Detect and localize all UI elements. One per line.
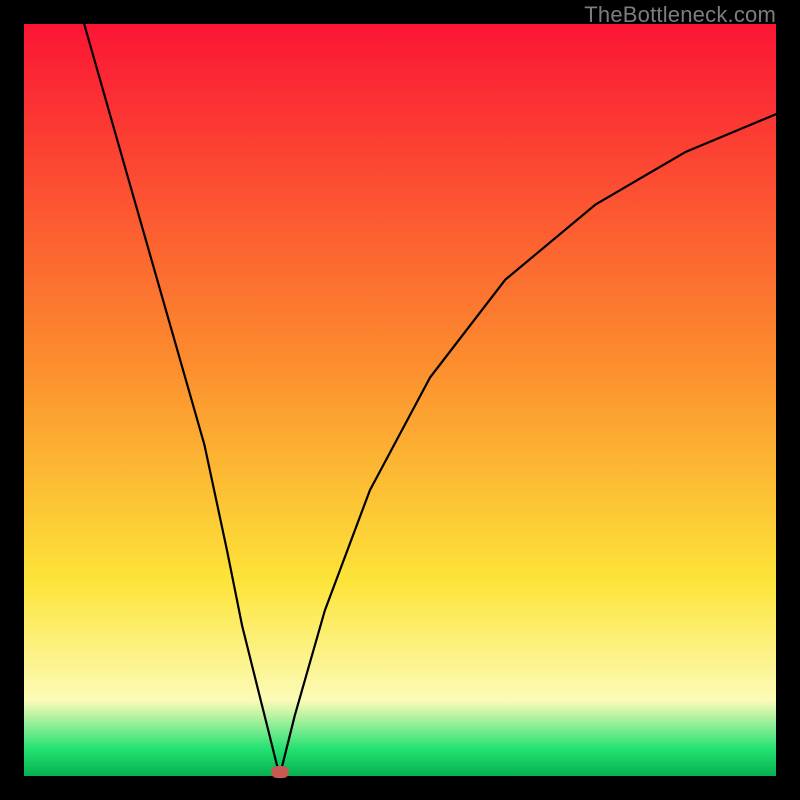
- minimum-marker: [271, 766, 289, 778]
- bottleneck-chart: [24, 24, 776, 776]
- gradient-background: [24, 24, 776, 776]
- chart-frame: [24, 24, 776, 776]
